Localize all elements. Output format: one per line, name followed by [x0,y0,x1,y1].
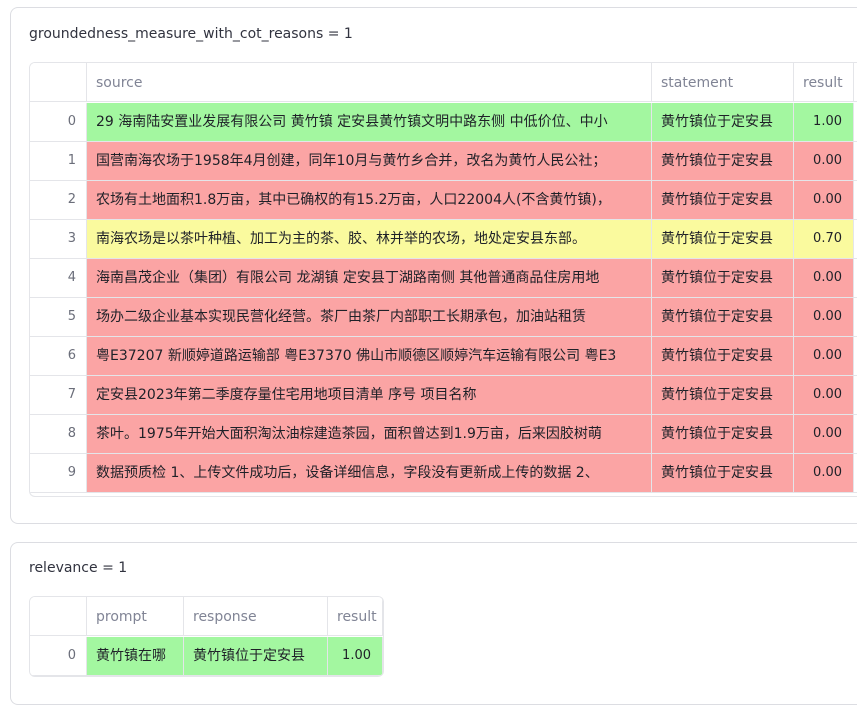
statement-cell[interactable]: 黄竹镇位于定安县 [652,220,794,258]
groundedness-header-row: source statement result [30,63,857,102]
row-index: 5 [30,298,87,336]
result-cell[interactable]: 0.00 [794,337,854,375]
result-cell[interactable]: 0.00 [794,259,854,297]
statement-cell[interactable]: 黄竹镇位于定安县 [652,454,794,492]
result-cell[interactable]: 0.00 [794,298,854,336]
table-row[interactable]: 0 黄竹镇在哪 黄竹镇位于定安县 1.00 [30,637,383,676]
statement-cell[interactable]: 黄竹镇位于定安县 [652,103,794,141]
index-header [30,597,87,635]
table-row[interactable]: 3 南海农场是以茶叶种植、加工为主的茶、胶、林并举的农场，地处定安县东部。 黄竹镇位… [30,220,857,259]
row-index: 6 [30,337,87,375]
result-cell[interactable]: 0.00 [794,181,854,219]
row-index: 4 [30,259,87,297]
table-row[interactable]: 2 农场有土地面积1.8万亩，其中已确权的有15.2万亩，人口22004人(不含黄… [30,181,857,220]
relevance-header-row: prompt response result [30,597,383,636]
result-cell[interactable]: 0.00 [794,142,854,180]
column-header-response[interactable]: response [184,597,328,635]
source-cell[interactable]: 海南昌茂企业（集团）有限公司 龙湖镇 定安县丁湖路南侧 其他普通商品住房用地 [87,259,652,297]
row-index: 7 [30,376,87,414]
row-index: 3 [30,220,87,258]
column-header-source[interactable]: source [87,63,652,101]
result-cell[interactable]: 0.00 [794,376,854,414]
row-index: 2 [30,181,87,219]
column-header-statement[interactable]: statement [652,63,794,101]
table-row[interactable]: 6 粤E37207 新顺婷道路运输部 粤E37370 佛山市顺德区顺婷汽车运输有限… [30,337,857,376]
response-cell[interactable]: 黄竹镇位于定安县 [184,637,328,675]
result-cell[interactable]: 1.00 [328,637,383,675]
relevance-table[interactable]: prompt response result 0 黄竹镇在哪 黄竹镇位于定安县 1.00 [29,596,384,677]
source-cell[interactable]: 茶叶。1975年开始大面积淘汰油棕建造茶园，面积曾达到1.9万亩，后来因胶树萌 [87,415,652,453]
source-cell[interactable]: 29 海南陆安置业发展有限公司 黄竹镇 定安县黄竹镇文明中路东侧 中低价位、中小 [87,103,652,141]
row-index: 1 [30,142,87,180]
column-header-prompt[interactable]: prompt [87,597,184,635]
table-row[interactable]: 8 茶叶。1975年开始大面积淘汰油棕建造茶园，面积曾达到1.9万亩，后来因胶树萌… [30,415,857,454]
table-row[interactable]: 7 定安县2023年第二季度存量住宅用地项目清单 序号 项目名称 黄竹镇位于定安县 0… [30,376,857,415]
source-cell[interactable]: 粤E37207 新顺婷道路运输部 粤E37370 佛山市顺德区顺婷汽车运输有限公… [87,337,652,375]
table-row[interactable]: 5 场办二级企业基本实现民营化经营。茶厂由茶厂内部职工长期承包，加油站租赁 黄竹镇位… [30,298,857,337]
result-cell[interactable]: 0.00 [794,415,854,453]
source-cell[interactable]: 农场有土地面积1.8万亩，其中已确权的有15.2万亩，人口22004人(不含黄竹… [87,181,652,219]
statement-cell[interactable]: 黄竹镇位于定安县 [652,142,794,180]
source-cell[interactable]: 定安县2023年第二季度存量住宅用地项目清单 序号 项目名称 [87,376,652,414]
source-cell[interactable]: 数据预质检 1、上传文件成功后，设备详细信息，字段没有更新成上传的数据 2、 [87,454,652,492]
statement-cell[interactable]: 黄竹镇位于定安县 [652,298,794,336]
statement-cell[interactable]: 黄竹镇位于定安县 [652,259,794,297]
column-header-result[interactable]: result [328,597,383,635]
row-index: 8 [30,415,87,453]
source-cell[interactable]: 国营南海农场于1958年4月创建，同年10月与黄竹乡合并，改名为黄竹人民公社； [87,142,652,180]
table-row[interactable]: 4 海南昌茂企业（集团）有限公司 龙湖镇 定安县丁湖路南侧 其他普通商品住房用地黄… [30,259,857,298]
index-header [30,63,87,101]
statement-cell[interactable]: 黄竹镇位于定安县 [652,337,794,375]
source-cell[interactable]: 南海农场是以茶叶种植、加工为主的茶、胶、林并举的农场，地处定安县东部。 [87,220,652,258]
table-row[interactable]: 0 29 海南陆安置业发展有限公司 黄竹镇 定安县黄竹镇文明中路东侧 中低价位、中… [30,103,857,142]
statement-cell[interactable]: 黄竹镇位于定安县 [652,181,794,219]
result-cell[interactable]: 1.00 [794,103,854,141]
column-header-result[interactable]: result [794,63,854,101]
groundedness-table[interactable]: source statement result 0 29 海南陆安置业发展有限公司 黄竹… [29,62,857,497]
table-row[interactable]: 1 国营南海农场于1958年4月创建，同年10月与黄竹乡合并，改名为黄竹人民公社；… [30,142,857,181]
table-row[interactable]: 9 数据预质检 1、上传文件成功后，设备详细信息，字段没有更新成上传的数据 2、黄… [30,454,857,493]
groundedness-card: groundedness_measure_with_cot_reasons = … [10,7,857,524]
statement-cell[interactable]: 黄竹镇位于定安县 [652,415,794,453]
prompt-cell[interactable]: 黄竹镇在哪 [87,637,184,675]
row-index: 0 [30,637,87,675]
relevance-title: relevance = 1 [29,560,128,576]
row-index: 9 [30,454,87,492]
groundedness-title: groundedness_measure_with_cot_reasons = … [29,26,353,42]
result-cell[interactable]: 0.70 [794,220,854,258]
statement-cell[interactable]: 黄竹镇位于定安县 [652,376,794,414]
row-index: 0 [30,103,87,141]
relevance-card: relevance = 1 prompt response result 0 黄竹镇在哪… [10,542,857,705]
source-cell[interactable]: 场办二级企业基本实现民营化经营。茶厂由茶厂内部职工长期承包，加油站租赁 [87,298,652,336]
result-cell[interactable]: 0.00 [794,454,854,492]
